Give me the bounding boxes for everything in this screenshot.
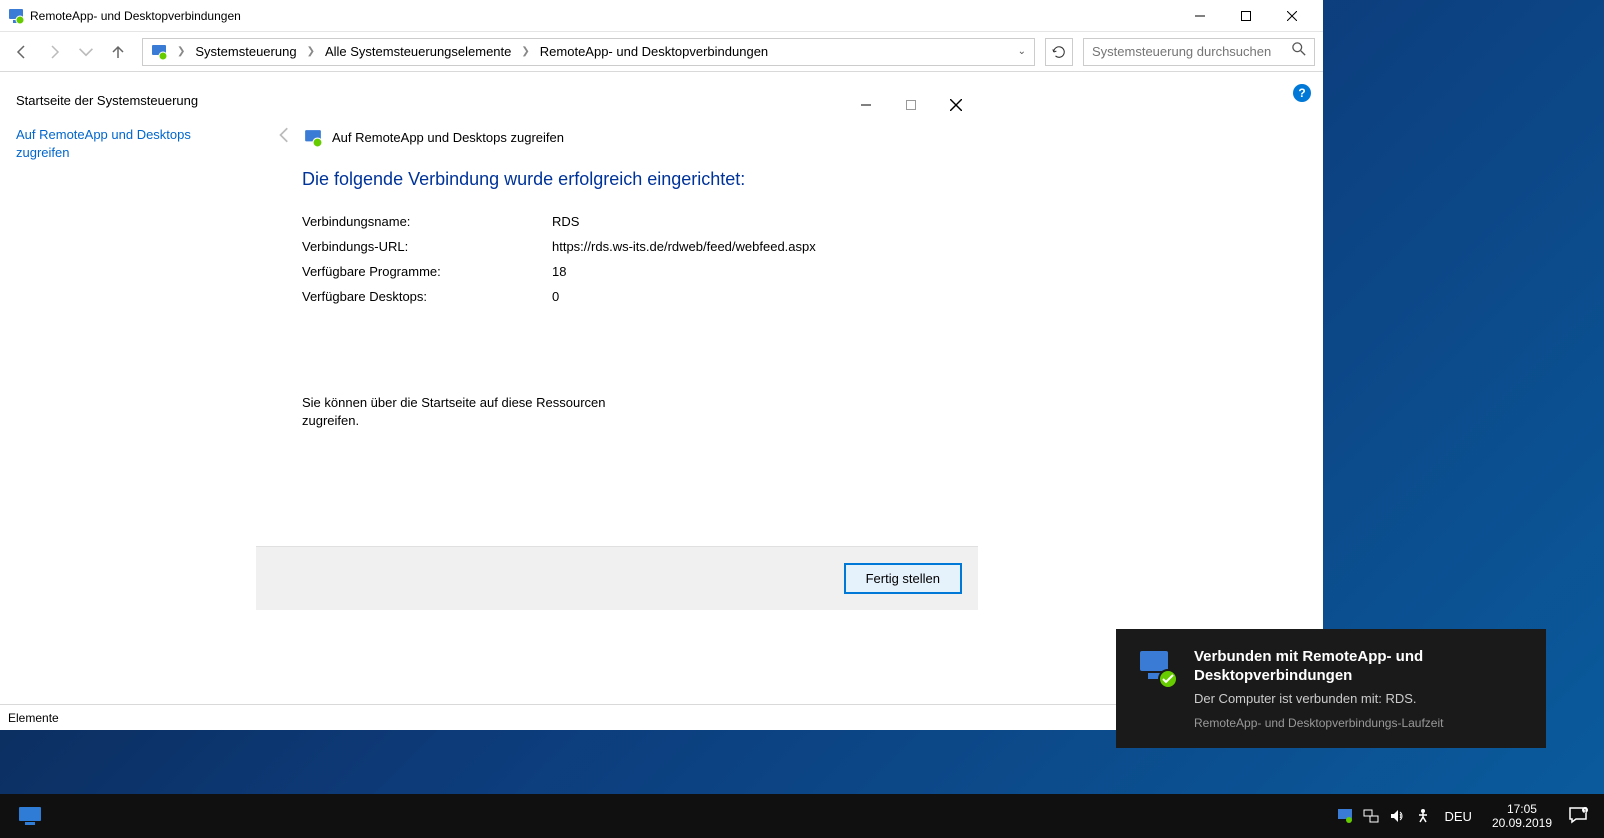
programs-label: Verfügbare Programme: <box>302 264 552 279</box>
help-icon[interactable]: ? <box>1293 84 1311 102</box>
tray-remoteapp-icon[interactable] <box>1336 807 1354 825</box>
info-row: Verbindungs-URL: https://rds.ws-its.de/r… <box>302 239 932 254</box>
search-icon[interactable] <box>1292 42 1306 61</box>
toast-sub: RemoteApp- und Desktopverbindungs-Laufze… <box>1194 716 1526 730</box>
search-box[interactable] <box>1083 38 1315 66</box>
sidebar-home-link[interactable]: Startseite der Systemsteuerung <box>16 92 240 110</box>
address-dropdown-icon[interactable]: ⌄ <box>1014 46 1030 57</box>
forward-button[interactable] <box>40 38 68 66</box>
finish-button[interactable]: Fertig stellen <box>844 563 962 594</box>
desktops-value: 0 <box>552 289 932 304</box>
system-tray: DEU 17:05 20.09.2019 1 <box>1336 802 1598 831</box>
wizard-heading: Die folgende Verbindung wurde erfolgreic… <box>302 169 932 190</box>
control-panel-window: RemoteApp- und Desktopverbindungen ❯ Sys… <box>0 0 1323 730</box>
app-icon <box>8 8 24 24</box>
chevron-right-icon: ❯ <box>521 46 529 57</box>
connection-name-value: RDS <box>552 214 932 229</box>
tray-notification-icon[interactable]: 1 <box>1568 805 1590 827</box>
maximize-button[interactable] <box>1223 0 1269 32</box>
connection-url-label: Verbindungs-URL: <box>302 239 552 254</box>
wizard-header: Auf RemoteApp und Desktops zugreifen <box>256 122 978 153</box>
address-bar[interactable]: ❯ Systemsteuerung ❯ Alle Systemsteuerung… <box>142 38 1035 66</box>
tray-ease-icon[interactable] <box>1414 807 1432 825</box>
status-text: Elemente <box>8 711 59 725</box>
breadcrumb-item[interactable]: RemoteApp- und Desktopverbindungen <box>536 42 772 61</box>
info-row: Verfügbare Programme: 18 <box>302 264 932 279</box>
tray-clock[interactable]: 17:05 20.09.2019 <box>1484 802 1560 831</box>
title-bar: RemoteApp- und Desktopverbindungen <box>0 0 1323 32</box>
chevron-right-icon: ❯ <box>307 46 315 57</box>
refresh-button[interactable] <box>1045 38 1073 66</box>
wizard-title: Auf RemoteApp und Desktops zugreifen <box>332 130 564 145</box>
breadcrumb-item[interactable]: Alle Systemsteuerungselemente <box>321 42 515 61</box>
svg-text:1: 1 <box>1584 809 1587 815</box>
resource-text: Sie können über die Startseite auf diese… <box>302 394 622 430</box>
back-button[interactable] <box>8 38 36 66</box>
recent-dropdown[interactable] <box>72 38 100 66</box>
wizard-back-icon <box>276 126 294 149</box>
breadcrumb-item[interactable]: Systemsteuerung <box>191 42 300 61</box>
minimize-button[interactable] <box>1177 0 1223 32</box>
wizard-maximize-button[interactable] <box>888 90 933 120</box>
tray-network-icon[interactable] <box>1362 807 1380 825</box>
sidebar: Startseite der Systemsteuerung Auf Remot… <box>0 72 256 704</box>
up-button[interactable] <box>104 38 132 66</box>
connection-url-value: https://rds.ws-its.de/rdweb/feed/webfeed… <box>552 239 932 254</box>
toast-icon <box>1136 647 1178 689</box>
tray-time: 17:05 <box>1492 802 1552 816</box>
info-row: Verfügbare Desktops: 0 <box>302 289 932 304</box>
chevron-right-icon: ❯ <box>177 46 185 57</box>
sidebar-access-link[interactable]: Auf RemoteApp und Desktops zugreifen <box>16 126 240 162</box>
address-icon <box>151 44 167 60</box>
wizard-app-icon <box>304 129 322 147</box>
wizard-window: Auf RemoteApp und Desktops zugreifen Die… <box>256 90 978 610</box>
wizard-button-row: Fertig stellen <box>256 546 978 610</box>
desktops-label: Verfügbare Desktops: <box>302 289 552 304</box>
close-button[interactable] <box>1269 0 1315 32</box>
nav-bar: ❯ Systemsteuerung ❯ Alle Systemsteuerung… <box>0 32 1323 72</box>
toast-title: Verbunden mit RemoteApp- und Desktopverb… <box>1194 647 1526 686</box>
taskbar: DEU 17:05 20.09.2019 1 <box>0 794 1604 838</box>
search-input[interactable] <box>1092 44 1292 59</box>
tray-language[interactable]: DEU <box>1440 809 1475 824</box>
connection-name-label: Verbindungsname: <box>302 214 552 229</box>
window-title: RemoteApp- und Desktopverbindungen <box>30 9 1177 23</box>
main-content: ? Auf RemoteApp und Desktops zugreifen D… <box>256 72 1323 704</box>
tray-volume-icon[interactable] <box>1388 807 1406 825</box>
notification-toast[interactable]: Verbunden mit RemoteApp- und Desktopverb… <box>1116 629 1546 748</box>
info-row: Verbindungsname: RDS <box>302 214 932 229</box>
wizard-close-button[interactable] <box>933 90 978 120</box>
programs-value: 18 <box>552 264 932 279</box>
breadcrumb: ❯ Systemsteuerung ❯ Alle Systemsteuerung… <box>171 42 772 61</box>
wizard-minimize-button[interactable] <box>843 90 888 120</box>
toast-line: Der Computer ist verbunden mit: RDS. <box>1194 690 1526 708</box>
taskbar-app[interactable] <box>6 796 54 836</box>
tray-date: 20.09.2019 <box>1492 816 1552 830</box>
